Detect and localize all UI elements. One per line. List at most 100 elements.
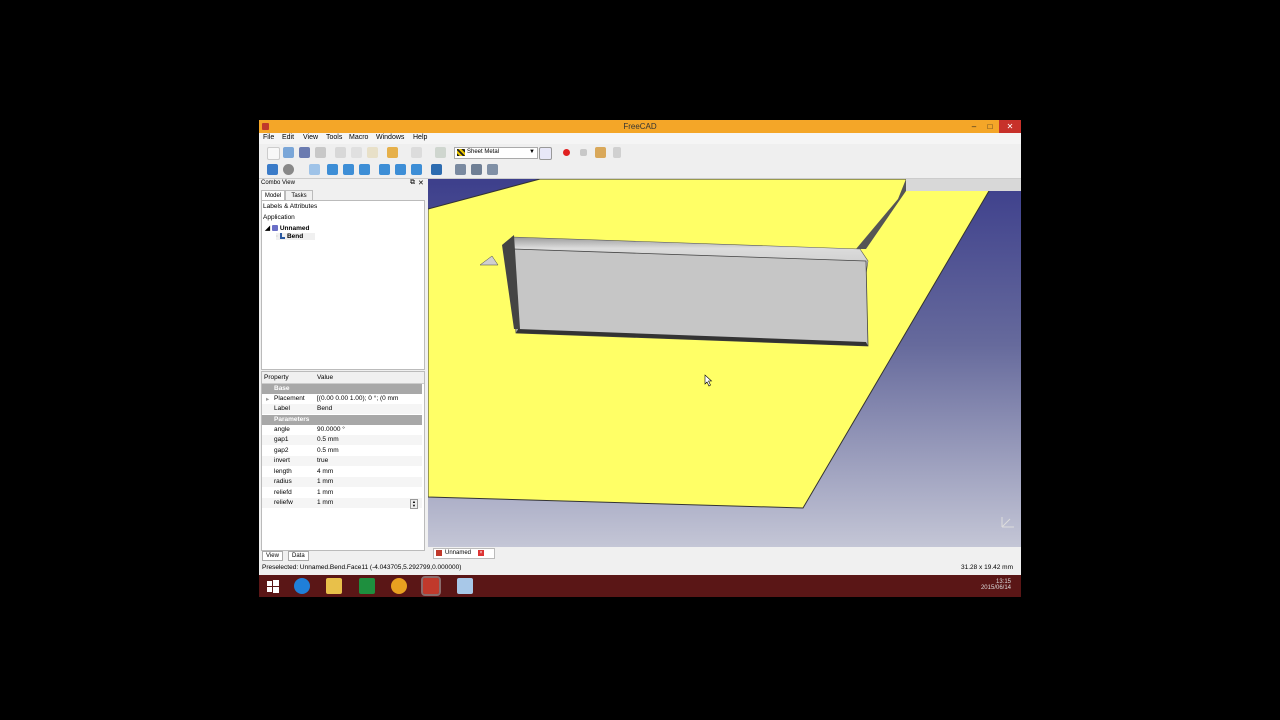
tab-data[interactable]: Data xyxy=(288,551,309,561)
cut-icon[interactable] xyxy=(335,147,346,158)
tree-application[interactable]: Application xyxy=(263,214,295,221)
menu-edit[interactable]: Edit xyxy=(282,134,294,141)
property-value[interactable]: 0.5 mm xyxy=(317,436,339,443)
tree-item-bend[interactable]: · Bend xyxy=(276,233,316,240)
property-value[interactable]: 1 mm xyxy=(317,489,333,496)
property-row-reliefd[interactable]: reliefd 1 mm xyxy=(262,488,422,498)
copy-icon[interactable] xyxy=(351,147,362,158)
3d-viewport[interactable] xyxy=(428,179,1021,547)
unfold-icon[interactable] xyxy=(471,164,482,175)
property-key: Label xyxy=(274,405,290,412)
property-row-placement[interactable]: ▸ Placement [(0.00 0.00 1.00); 0 °; (0 m… xyxy=(262,394,422,404)
menu-file[interactable]: File xyxy=(263,134,274,141)
property-row-radius[interactable]: radius 1 mm xyxy=(262,477,422,487)
undo-icon[interactable] xyxy=(387,147,398,158)
menu-help[interactable]: Help xyxy=(413,134,427,141)
menu-view[interactable]: View xyxy=(303,134,318,141)
close-tab-icon[interactable]: × xyxy=(478,550,484,556)
edit-macro-icon[interactable] xyxy=(595,147,606,158)
sheet-edge-face[interactable] xyxy=(906,179,1021,191)
tree-header: Labels & Attributes xyxy=(263,203,318,210)
property-key: length xyxy=(274,468,292,475)
stop-macro-icon[interactable] xyxy=(580,149,587,156)
group-parameters-label: Parameters xyxy=(274,416,310,423)
chrome-icon[interactable] xyxy=(391,578,407,594)
paste-icon[interactable] xyxy=(367,147,378,158)
tab-view[interactable]: View xyxy=(262,551,283,561)
property-row-gap2[interactable]: gap2 0.5 mm xyxy=(262,446,422,456)
open-file-icon[interactable] xyxy=(283,147,294,158)
freecad-document-icon xyxy=(436,550,442,556)
value-column-header: Value xyxy=(317,374,334,381)
property-row-reliefw[interactable]: reliefw 1 mm ▲ ▼ xyxy=(262,498,422,509)
run-macro-icon[interactable] xyxy=(613,147,621,158)
new-file-icon[interactable] xyxy=(267,147,280,160)
close-panel-icon[interactable]: ✕ xyxy=(418,179,424,187)
internet-explorer-icon[interactable] xyxy=(294,578,310,594)
view-front-icon[interactable] xyxy=(327,164,338,175)
view-right-icon[interactable] xyxy=(359,164,370,175)
combo-view-panel: Combo View ⧉ ✕ Model Tasks Labels & Attr… xyxy=(259,179,425,567)
file-explorer-icon[interactable] xyxy=(326,578,342,594)
property-value[interactable]: 1 mm xyxy=(317,499,333,506)
notepad-icon[interactable] xyxy=(457,578,473,594)
system-tray: 13:15 2015/06/14 xyxy=(981,579,1011,591)
property-value[interactable]: [(0.00 0.00 1.00); 0 °; (0 mm xyxy=(317,395,398,402)
view-isometric-icon[interactable] xyxy=(309,164,320,175)
dimensions-status: 31.28 x 19.42 mm xyxy=(960,564,1013,571)
redo-icon[interactable] xyxy=(411,147,422,158)
view-rear-icon[interactable] xyxy=(379,164,390,175)
menu-tools[interactable]: Tools xyxy=(326,134,342,141)
combo-view-title: Combo View xyxy=(261,180,295,186)
refresh-icon[interactable] xyxy=(435,147,446,158)
property-row-angle[interactable]: angle 90.0000 ° xyxy=(262,425,422,435)
view-bottom-icon[interactable] xyxy=(395,164,406,175)
document-tab-unnamed[interactable]: Unnamed × xyxy=(433,548,495,559)
spin-box-arrows-icon[interactable]: ▲ ▼ xyxy=(410,499,418,509)
add-wall-icon[interactable] xyxy=(455,164,466,175)
property-value[interactable]: true xyxy=(317,457,328,464)
property-row-length[interactable]: length 4 mm xyxy=(262,467,422,477)
windows-start-icon[interactable] xyxy=(265,578,281,594)
sheet-metal-workbench-icon xyxy=(457,149,465,156)
property-row-gap1[interactable]: gap1 0.5 mm xyxy=(262,435,422,445)
tree-item-unnamed[interactable]: ◢ Unnamed xyxy=(265,224,309,232)
maximize-button[interactable]: □ xyxy=(982,120,998,133)
property-value[interactable]: 1 mm xyxy=(317,478,333,485)
record-macro-icon[interactable] xyxy=(563,149,570,156)
view-left-icon[interactable] xyxy=(411,164,422,175)
property-key: invert xyxy=(274,457,290,464)
tree-branch-icon: · xyxy=(276,233,279,240)
document-label: Unnamed xyxy=(279,225,310,232)
close-button[interactable]: ✕ xyxy=(999,120,1021,133)
property-value[interactable]: 90.0000 ° xyxy=(317,426,345,433)
menu-windows[interactable]: Windows xyxy=(376,134,404,141)
property-value[interactable]: 0.5 mm xyxy=(317,447,339,454)
view-top-icon[interactable] xyxy=(343,164,354,175)
make-bend-icon[interactable] xyxy=(487,164,498,175)
model-tree: Labels & Attributes Application ◢ Unname… xyxy=(261,200,425,370)
excel-icon[interactable] xyxy=(359,578,375,594)
print-icon[interactable] xyxy=(315,147,326,158)
property-key: reliefd xyxy=(274,489,292,496)
fit-all-icon[interactable] xyxy=(267,164,278,175)
float-panel-icon[interactable]: ⧉ xyxy=(410,179,415,187)
property-row-invert[interactable]: invert true xyxy=(262,456,422,466)
minimize-button[interactable]: – xyxy=(966,120,982,133)
property-header: Property Value xyxy=(262,372,424,384)
whats-this-icon[interactable] xyxy=(539,147,552,160)
expand-arrow-icon[interactable]: ▸ xyxy=(266,395,269,403)
expand-arrow-icon[interactable]: ◢ xyxy=(265,225,270,232)
windows-logo-icon xyxy=(267,580,279,593)
property-value[interactable]: 4 mm xyxy=(317,468,333,475)
workbench-selector[interactable]: Sheet Metal ▼ xyxy=(454,147,538,159)
measure-distance-icon[interactable] xyxy=(431,164,442,175)
property-row-label[interactable]: Label Bend xyxy=(262,404,422,414)
draw-style-icon[interactable] xyxy=(283,164,294,175)
freecad-taskbar-icon[interactable] xyxy=(421,576,441,596)
menu-macro[interactable]: Macro xyxy=(349,134,368,141)
group-base: Base xyxy=(262,384,422,394)
save-icon[interactable] xyxy=(299,147,310,158)
property-value[interactable]: Bend xyxy=(317,405,332,412)
windows-taskbar: 13:15 2015/06/14 xyxy=(259,575,1021,597)
